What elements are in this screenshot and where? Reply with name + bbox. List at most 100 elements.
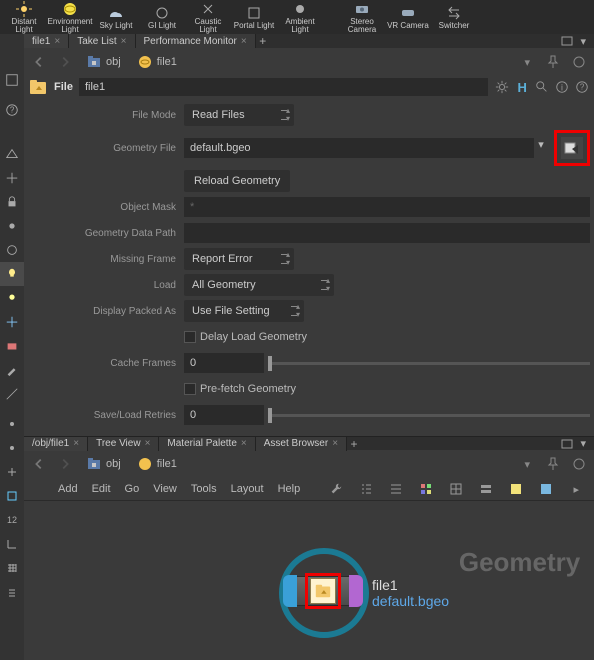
tool-palette-icon[interactable] bbox=[538, 481, 554, 497]
rail-gizmo[interactable] bbox=[0, 310, 24, 334]
menu-go[interactable]: Go bbox=[125, 483, 140, 495]
path-dropdown[interactable]: ▾ bbox=[516, 51, 538, 73]
render-flag[interactable] bbox=[349, 575, 363, 607]
rail-light[interactable] bbox=[0, 262, 24, 286]
file-chooser-button[interactable] bbox=[561, 137, 583, 159]
search-icon[interactable] bbox=[534, 79, 550, 95]
rail-persp[interactable] bbox=[0, 142, 24, 166]
close-icon[interactable]: × bbox=[145, 438, 151, 449]
rail-grid[interactable] bbox=[0, 556, 24, 580]
file-node[interactable]: file1 default.bgeo bbox=[284, 576, 449, 610]
pane-menu-icon[interactable] bbox=[560, 34, 574, 48]
rail-angle[interactable] bbox=[0, 532, 24, 556]
tool-list-icon[interactable] bbox=[388, 481, 404, 497]
rail-bulb2[interactable] bbox=[0, 286, 24, 310]
cache-frames-input[interactable] bbox=[184, 353, 264, 373]
lower-add-tab[interactable]: + bbox=[347, 437, 361, 451]
lower-link-button[interactable] bbox=[568, 453, 590, 475]
tool-tags-icon[interactable] bbox=[478, 481, 494, 497]
close-icon[interactable]: × bbox=[241, 438, 247, 449]
path-node[interactable]: file1 bbox=[131, 51, 513, 73]
shelf-vr-camera[interactable]: VR Camera bbox=[386, 0, 430, 34]
lower-back-button[interactable] bbox=[28, 453, 50, 475]
shelf-switcher[interactable]: Switcher bbox=[432, 0, 476, 34]
prefetch-checkbox[interactable] bbox=[184, 383, 196, 395]
shelf-stereo-camera[interactable]: Stereo Camera bbox=[340, 0, 384, 34]
shelf-caustic-light[interactable]: Caustic Light bbox=[186, 0, 230, 34]
lower-path-node[interactable]: file1 bbox=[131, 453, 513, 475]
rail-wire[interactable] bbox=[0, 484, 24, 508]
tab-treeview[interactable]: Tree View× bbox=[88, 437, 159, 451]
rail-info[interactable] bbox=[0, 214, 24, 238]
shelf-distant-light[interactable]: Distant Light bbox=[2, 0, 46, 34]
lower-pin-button[interactable] bbox=[542, 453, 564, 475]
lower-pane-menu-dd[interactable]: ▾ bbox=[576, 437, 590, 451]
rail-globe[interactable] bbox=[0, 238, 24, 262]
rail-brush[interactable] bbox=[0, 358, 24, 382]
tab-obj-file1[interactable]: /obj/file1× bbox=[24, 437, 88, 451]
tab-perfmon[interactable]: Performance Monitor× bbox=[136, 34, 256, 48]
gear-icon[interactable] bbox=[494, 79, 510, 95]
rail-dot2[interactable] bbox=[0, 436, 24, 460]
network-view[interactable]: Geometry file1 default.bgeo bbox=[24, 500, 594, 660]
rail-cam[interactable] bbox=[0, 334, 24, 358]
link-button[interactable] bbox=[568, 51, 590, 73]
menu-view[interactable]: View bbox=[153, 483, 177, 495]
tab-file1[interactable]: file1× bbox=[24, 34, 69, 48]
geometry-file-dd[interactable]: ▾ bbox=[538, 138, 550, 158]
lower-path-ctx[interactable]: obj bbox=[80, 453, 127, 475]
info-icon[interactable]: i bbox=[554, 79, 570, 95]
pin-button[interactable] bbox=[542, 51, 564, 73]
save-retries-input[interactable] bbox=[184, 405, 264, 425]
menu-help[interactable]: Help bbox=[278, 483, 301, 495]
missing-frame-dropdown[interactable]: Report Error▴▾ bbox=[184, 248, 294, 270]
H-icon[interactable]: H bbox=[514, 79, 530, 95]
node-name-input[interactable] bbox=[79, 78, 488, 96]
tool-chevron-icon[interactable]: ▸ bbox=[568, 481, 584, 497]
geometry-file-input[interactable] bbox=[184, 138, 534, 158]
display-flag[interactable] bbox=[283, 575, 297, 607]
reload-geometry-button[interactable]: Reload Geometry bbox=[184, 170, 290, 192]
rail-12[interactable]: 12 bbox=[0, 508, 24, 532]
file-mode-dropdown[interactable]: Read Files▴▾ bbox=[184, 104, 294, 126]
rail-lock[interactable] bbox=[0, 190, 24, 214]
menu-layout[interactable]: Layout bbox=[231, 483, 264, 495]
close-icon[interactable]: × bbox=[54, 36, 60, 47]
rail-dot[interactable] bbox=[0, 412, 24, 436]
delay-load-checkbox[interactable] bbox=[184, 331, 196, 343]
rail-move[interactable] bbox=[0, 166, 24, 190]
object-mask-input[interactable] bbox=[184, 197, 590, 217]
shelf-portal-light[interactable]: Portal Light bbox=[232, 0, 276, 34]
tab-assetbrowser[interactable]: Asset Browser× bbox=[256, 437, 347, 451]
shelf-ambient-light[interactable]: Ambient Light bbox=[278, 0, 322, 34]
node-body[interactable] bbox=[284, 576, 362, 606]
cache-frames-slider[interactable] bbox=[268, 362, 590, 365]
pane-menu-dd[interactable]: ▾ bbox=[576, 34, 590, 48]
tool-grid-icon[interactable] bbox=[418, 481, 434, 497]
help-icon[interactable]: ? bbox=[574, 79, 590, 95]
tool-grid2-icon[interactable] bbox=[448, 481, 464, 497]
close-icon[interactable]: × bbox=[332, 438, 338, 449]
tab-matpalette[interactable]: Material Palette× bbox=[159, 437, 255, 451]
tool-note-icon[interactable] bbox=[508, 481, 524, 497]
rail-more[interactable] bbox=[0, 580, 24, 604]
geo-data-path-input[interactable] bbox=[184, 223, 590, 243]
lower-path-dd[interactable]: ▾ bbox=[516, 453, 538, 475]
menu-edit[interactable]: Edit bbox=[92, 483, 111, 495]
close-icon[interactable]: × bbox=[121, 36, 127, 47]
menu-add[interactable]: Add bbox=[58, 483, 78, 495]
rail-select[interactable] bbox=[0, 68, 24, 92]
tool-tree-icon[interactable] bbox=[358, 481, 374, 497]
tool-wrench-icon[interactable] bbox=[328, 481, 344, 497]
path-ctx[interactable]: obj bbox=[80, 51, 127, 73]
close-icon[interactable]: × bbox=[241, 36, 247, 47]
add-tab-button[interactable]: + bbox=[256, 34, 270, 48]
load-dropdown[interactable]: All Geometry▴▾ bbox=[184, 274, 334, 296]
save-retries-slider[interactable] bbox=[268, 414, 590, 417]
close-icon[interactable]: × bbox=[73, 438, 79, 449]
lower-pane-menu-icon[interactable] bbox=[560, 437, 574, 451]
shelf-gi-light[interactable]: GI Light bbox=[140, 0, 184, 34]
shelf-environment-light[interactable]: Environment Light bbox=[48, 0, 92, 34]
tab-takelist[interactable]: Take List× bbox=[69, 34, 135, 48]
rail-measure[interactable] bbox=[0, 382, 24, 406]
